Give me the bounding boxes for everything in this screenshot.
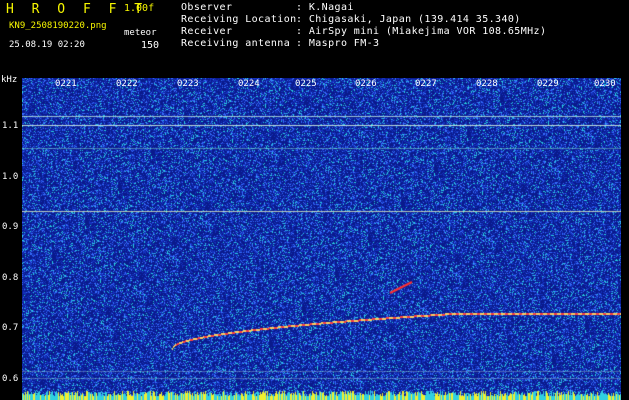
y-tick-label: 0.7 — [2, 323, 19, 333]
x-tick-label: 0229 — [537, 79, 559, 89]
antenna-value: : Maspro FM-3 — [296, 38, 380, 49]
x-tick-label: 0224 — [238, 79, 260, 89]
header-panel: H R O F F T 1.00f KN9_2508190220.png met… — [0, 0, 629, 78]
y-tick-label: 0.8 — [2, 273, 19, 283]
x-tick-label: 0223 — [177, 79, 199, 89]
y-tick-label: 0.6 — [2, 374, 19, 384]
x-tick-label: 0225 — [295, 79, 317, 89]
observer-label: Observer — [181, 2, 233, 13]
location-label: Receiving Location — [181, 14, 297, 25]
y-tick-label: 1.1 — [2, 121, 19, 131]
x-tick-label: 0221 — [55, 79, 77, 89]
location-value: : Chigasaki, Japan (139.414 35.340) — [296, 14, 521, 25]
file-name: KN9_2508190220.png — [9, 21, 107, 31]
app-version: 1.00f — [124, 3, 155, 14]
x-tick-label: 0222 — [116, 79, 138, 89]
x-tick-label: 0227 — [415, 79, 437, 89]
timestamp: 25.08.19 02:20 — [9, 40, 85, 50]
x-tick-label: 0228 — [476, 79, 498, 89]
x-tick-label: 0230 — [594, 79, 616, 89]
receiver-value: : AirSpy mini (Miakejima VOR 108.65MHz) — [296, 26, 547, 37]
observer-value: : K.Nagai — [296, 2, 354, 13]
x-tick-label: 0226 — [355, 79, 377, 89]
y-tick-label: 0.9 — [2, 222, 19, 232]
antenna-label: Receiving antenna — [181, 38, 291, 49]
y-tick-label: 1.0 — [2, 172, 19, 182]
mode-label: meteor — [124, 28, 157, 38]
mode-value: 150 — [141, 40, 160, 51]
receiver-label: Receiver — [181, 26, 233, 37]
waterfall-canvas — [22, 78, 621, 400]
waterfall-plot — [0, 78, 629, 400]
